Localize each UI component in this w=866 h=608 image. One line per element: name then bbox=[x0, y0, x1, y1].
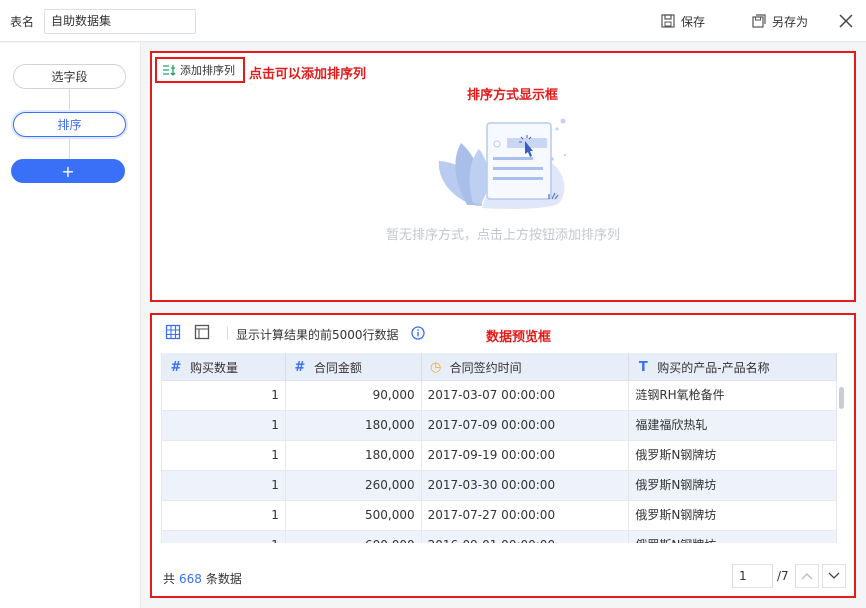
total-prefix: 共 bbox=[163, 572, 176, 586]
number-icon: # bbox=[170, 359, 182, 375]
table-cell: 俄罗斯N钢牌坊 bbox=[629, 531, 837, 543]
column-label: 购买数量 bbox=[190, 360, 239, 375]
table-row[interactable]: 1 260,000 2017-03-30 00:00:00 俄罗斯N钢牌坊 bbox=[162, 471, 837, 501]
table-cell: 2017-07-27 00:00:00 bbox=[422, 501, 630, 531]
next-page-button[interactable] bbox=[822, 564, 846, 588]
column-header[interactable]: T 购买的产品-产品名称 bbox=[629, 353, 837, 381]
table-cell: 俄罗斯N钢牌坊 bbox=[629, 441, 837, 471]
toolbar-divider bbox=[227, 326, 228, 340]
prev-page-button[interactable] bbox=[795, 564, 819, 588]
table-cell: 180,000 bbox=[286, 441, 422, 471]
table-cell: 2017-07-09 00:00:00 bbox=[422, 411, 630, 441]
table-cell: 2017-09-19 00:00:00 bbox=[422, 441, 630, 471]
table-cell: 1 bbox=[162, 531, 286, 543]
table-cell: 2017-03-07 00:00:00 bbox=[422, 381, 630, 411]
table-body: 1 90,000 2017-03-07 00:00:00 涟钢RH氧枪备件 1 180,0… bbox=[162, 381, 837, 543]
table-cell: 1 bbox=[162, 471, 286, 501]
annotation-add-sort: 点击可以添加排序列 bbox=[249, 67, 367, 82]
column-header[interactable]: # 购买数量 bbox=[162, 353, 286, 381]
table-cell: 1 bbox=[162, 411, 286, 441]
clock-icon: ◷ bbox=[429, 359, 442, 375]
step-select-fields[interactable]: 选字段 bbox=[13, 64, 126, 89]
text-icon: T bbox=[638, 359, 648, 375]
table-scrollbar[interactable] bbox=[839, 387, 844, 409]
table-cell: 福建福欣热轧 bbox=[629, 411, 837, 441]
table-cell: 俄罗斯N钢牌坊 bbox=[629, 501, 837, 531]
table-cell: 500,000 bbox=[286, 501, 422, 531]
add-step-button[interactable]: + bbox=[11, 159, 125, 183]
table-cell: 1 bbox=[162, 381, 286, 411]
save-button[interactable]: 保存 bbox=[661, 12, 705, 30]
table-cell: 1 bbox=[162, 501, 286, 531]
total-count: 共 668 条数据 bbox=[163, 570, 242, 587]
step-sidebar: 选字段 排序 + bbox=[0, 43, 141, 608]
add-sort-label: 添加排序列 bbox=[180, 64, 235, 77]
number-icon: # bbox=[294, 359, 306, 375]
empty-sort-message: 暂无排序方式，点击上方按钮添加排序列 bbox=[385, 228, 620, 243]
close-icon[interactable] bbox=[837, 12, 855, 30]
table-cell: 涟钢RH氧枪备件 bbox=[629, 381, 837, 411]
add-sort-icon bbox=[163, 65, 176, 76]
table-row[interactable]: 1 180,000 2017-09-19 00:00:00 俄罗斯N钢牌坊 bbox=[162, 441, 837, 471]
table-name-input[interactable]: 自助数据集 bbox=[44, 9, 196, 34]
save-icon bbox=[661, 14, 675, 28]
preview-info-text: 显示计算结果的前5000行数据 bbox=[236, 328, 399, 342]
table-cell: 90,000 bbox=[286, 381, 422, 411]
chevron-up-icon bbox=[801, 573, 813, 580]
empty-state-illustration bbox=[438, 118, 567, 209]
save-as-button[interactable]: 另存为 bbox=[752, 12, 808, 30]
step-connector bbox=[69, 89, 70, 112]
table-cell: 2016-09-01 00:00:00 bbox=[422, 531, 630, 543]
table-name-label: 表名 bbox=[10, 15, 35, 29]
annotation-preview: 数据预览框 bbox=[486, 330, 552, 345]
table-row[interactable]: 1 180,000 2017-07-09 00:00:00 福建福欣热轧 bbox=[162, 411, 837, 441]
column-header[interactable]: # 合同金额 bbox=[286, 353, 422, 381]
annotation-sort-display: 排序方式显示框 bbox=[467, 88, 559, 103]
chevron-down-icon bbox=[828, 572, 840, 579]
column-label: 合同签约时间 bbox=[449, 360, 522, 375]
column-label: 购买的产品-产品名称 bbox=[657, 360, 770, 375]
info-icon[interactable] bbox=[411, 326, 425, 340]
total-suffix: 条数据 bbox=[205, 572, 242, 586]
table-cell: 2017-03-30 00:00:00 bbox=[422, 471, 630, 501]
column-header[interactable]: ◷ 合同签约时间 bbox=[422, 353, 630, 381]
preview-footer: 共 668 条数据 1 /7 bbox=[152, 563, 854, 593]
page-number-input[interactable]: 1 bbox=[732, 564, 773, 588]
sort-panel: 添加排序列 点击可以添加排序列 排序方式显示框 暂无排序方式，点击上方按钮添加排… bbox=[150, 51, 856, 302]
save-as-label: 另存为 bbox=[772, 14, 809, 29]
table-row[interactable]: 1600,0002016-09-01 00:00:00俄罗斯N钢牌坊 bbox=[162, 531, 837, 543]
total-count-value: 668 bbox=[179, 572, 202, 586]
table-cell: 俄罗斯N钢牌坊 bbox=[629, 471, 837, 501]
table-cell: 1 bbox=[162, 441, 286, 471]
table-cell: 260,000 bbox=[286, 471, 422, 501]
table-row[interactable]: 1 90,000 2017-03-07 00:00:00 涟钢RH氧枪备件 bbox=[162, 381, 837, 411]
table-row[interactable]: 1 500,000 2017-07-27 00:00:00 俄罗斯N钢牌坊 bbox=[162, 501, 837, 531]
preview-table: # 购买数量 # 合同金额 ◷ 合同签约时间 T 购买的产品-产品名称 1 90,000 2… bbox=[161, 353, 837, 543]
save-as-icon bbox=[752, 14, 766, 28]
step-sort[interactable]: 排序 bbox=[13, 112, 126, 137]
column-label: 合同金额 bbox=[313, 360, 362, 375]
preview-toolbar: 显示计算结果的前5000行数据 数据预览框 bbox=[152, 315, 854, 351]
table-header: # 购买数量 # 合同金额 ◷ 合同签约时间 T 购买的产品-产品名称 bbox=[162, 353, 837, 381]
layout-view-icon[interactable] bbox=[194, 324, 210, 340]
table-cell: 180,000 bbox=[286, 411, 422, 441]
grid-view-icon[interactable] bbox=[165, 324, 181, 340]
add-sort-column-button[interactable]: 添加排序列 bbox=[155, 57, 245, 83]
table-cell: 600,000 bbox=[286, 531, 422, 543]
page-total: /7 bbox=[777, 569, 789, 583]
save-label: 保存 bbox=[681, 14, 706, 29]
step-connector bbox=[69, 137, 70, 159]
data-preview-panel: 显示计算结果的前5000行数据 数据预览框 # 购买数量 # 合同金额 ◷ 合同签约时… bbox=[150, 313, 856, 598]
top-bar: 表名 自助数据集 保存 另存为 bbox=[0, 0, 866, 42]
